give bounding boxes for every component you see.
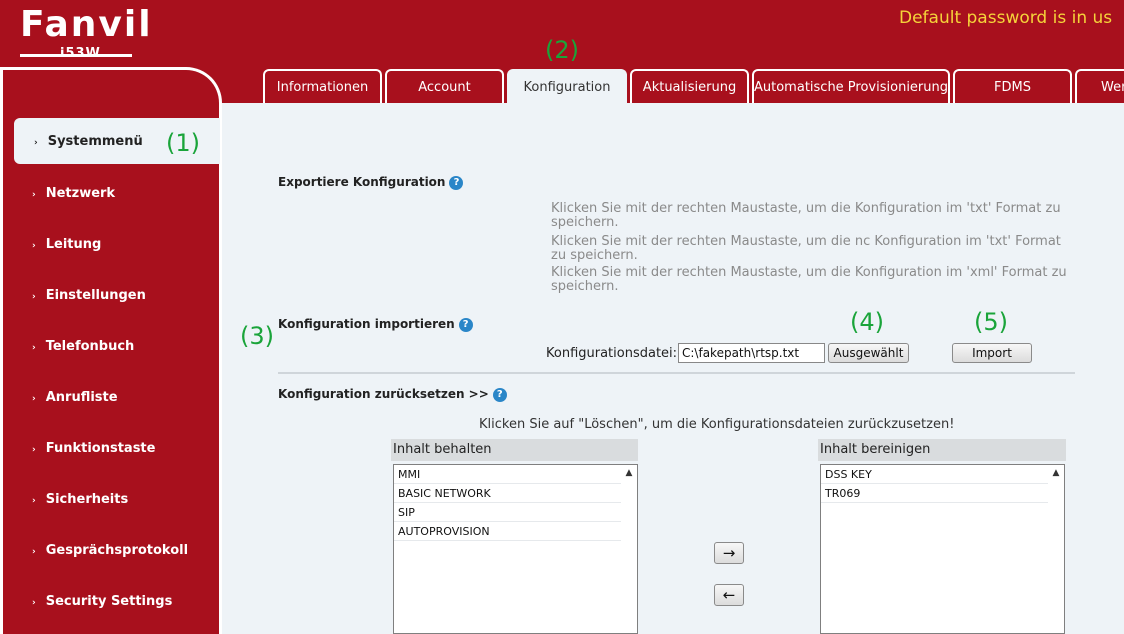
reset-title-text: Konfiguration zurücksetzen >> <box>278 387 489 401</box>
import-section-title: Konfiguration importieren? <box>278 317 473 332</box>
list-item[interactable]: SIP <box>394 503 621 522</box>
tab-aktualisierung[interactable]: Aktualisierung <box>630 69 749 103</box>
chevron-right-icon: › <box>32 241 36 251</box>
tab-informationen[interactable]: Informationen <box>263 69 382 103</box>
help-icon[interactable]: ? <box>492 388 507 402</box>
annotation-1: (1) <box>166 129 200 157</box>
sidebar-item-label: Netzwerk <box>45 186 116 201</box>
config-file-label: Konfigurationsdatei: <box>546 346 678 361</box>
chevron-right-icon: › <box>32 496 36 506</box>
sidebar-item-anrufliste[interactable]: › Anrufliste <box>32 390 118 405</box>
sidebar-item-label: Funktionstaste <box>45 441 156 456</box>
chevron-right-icon: › <box>32 292 36 302</box>
logo-brand-text: Fanvil <box>20 4 153 45</box>
chevron-right-icon: › <box>32 598 36 608</box>
tab-account[interactable]: Account <box>385 69 504 103</box>
annotation-2: (2) <box>545 36 579 64</box>
tab-wer[interactable]: Wer <box>1075 69 1124 103</box>
logo-model-text: i53W <box>60 46 101 61</box>
chevron-right-icon: › <box>32 343 36 353</box>
sidebar-item-label: Leitung <box>45 237 102 252</box>
export-title-text: Exportiere Konfiguration <box>278 175 446 189</box>
export-nc-txt-link[interactable]: Klicken Sie mit der rechten Maustaste, u… <box>551 235 1071 263</box>
list-item[interactable]: MMI <box>394 465 621 484</box>
scroll-up-icon[interactable]: ▲ <box>1050 467 1062 479</box>
keep-list[interactable]: MMI BASIC NETWORK SIP AUTOPROVISION ▲ <box>393 464 638 634</box>
sidebar-item-netzwerk[interactable]: › Netzwerk <box>32 186 115 201</box>
sidebar-item-label: Telefonbuch <box>45 339 135 354</box>
sidebar-item-security-settings[interactable]: › Security Settings <box>32 594 172 609</box>
config-file-input[interactable]: C:\fakepath\rtsp.txt <box>678 343 825 363</box>
chevron-right-icon: › <box>32 190 36 200</box>
clear-list[interactable]: DSS KEY TR069 ▲ <box>820 464 1065 634</box>
sidebar-item-funktionstaste[interactable]: › Funktionstaste <box>32 441 155 456</box>
move-right-button[interactable]: → <box>714 542 744 564</box>
choose-file-button[interactable]: Ausgewählt <box>828 343 909 363</box>
reset-section-title[interactable]: Konfiguration zurücksetzen >>? <box>278 387 507 402</box>
tab-konfiguration[interactable]: Konfiguration <box>507 69 627 103</box>
move-left-button[interactable]: ← <box>714 584 744 606</box>
sidebar-item-label: Anrufliste <box>45 390 118 405</box>
import-title-text: Konfiguration importieren <box>278 317 455 331</box>
chevron-right-icon: › <box>32 394 36 404</box>
brand-logo: Fanvil i53W <box>20 4 153 61</box>
sidebar-item-label: Security Settings <box>45 594 173 609</box>
scroll-up-icon[interactable]: ▲ <box>623 467 635 479</box>
chevron-right-icon: › <box>34 138 38 148</box>
sidebar-item-label: Einstellungen <box>45 288 146 303</box>
sidebar-item-leitung[interactable]: › Leitung <box>32 237 101 252</box>
sidebar-item-telefonbuch[interactable]: › Telefonbuch <box>32 339 134 354</box>
import-button[interactable]: Import <box>952 343 1032 363</box>
sidebar-item-sicherheits[interactable]: › Sicherheits <box>32 492 128 507</box>
chevron-right-icon: › <box>32 445 36 455</box>
export-xml-link[interactable]: Klicken Sie mit der rechten Maustaste, u… <box>551 266 1071 294</box>
section-divider <box>278 372 1075 374</box>
sidebar-item-einstellungen[interactable]: › Einstellungen <box>32 288 146 303</box>
sidebar-item-gespraechsprotokoll[interactable]: › Gesprächsprotokoll <box>32 543 188 558</box>
tab-automatische-provisionierung[interactable]: Automatische Provisionierung <box>752 69 950 103</box>
annotation-4: (4) <box>850 308 884 336</box>
help-icon[interactable]: ? <box>458 318 473 332</box>
list-item[interactable]: BASIC NETWORK <box>394 484 621 503</box>
chevron-right-icon: › <box>32 547 36 557</box>
sidebar-item-label: Systemmenü <box>47 134 143 149</box>
export-txt-link[interactable]: Klicken Sie mit der rechten Maustaste, u… <box>551 202 1071 230</box>
default-password-notice: Default password is in us <box>899 8 1113 28</box>
list-item[interactable]: TR069 <box>821 484 1048 503</box>
keep-list-header: Inhalt behalten <box>391 439 638 461</box>
export-section-title: Exportiere Konfiguration? <box>278 175 464 190</box>
sidebar-item-label: Sicherheits <box>45 492 129 507</box>
sidebar-item-label: Gesprächsprotokoll <box>45 543 189 558</box>
annotation-3: (3) <box>240 322 274 350</box>
tab-fdms[interactable]: FDMS <box>953 69 1072 103</box>
clear-list-header: Inhalt bereinigen <box>818 439 1066 461</box>
list-item[interactable]: DSS KEY <box>821 465 1048 484</box>
list-item[interactable]: AUTOPROVISION <box>394 522 621 541</box>
help-icon[interactable]: ? <box>449 176 464 190</box>
reset-hint-text: Klicken Sie auf "Löschen", um die Konfig… <box>479 417 955 432</box>
annotation-5: (5) <box>974 308 1008 336</box>
